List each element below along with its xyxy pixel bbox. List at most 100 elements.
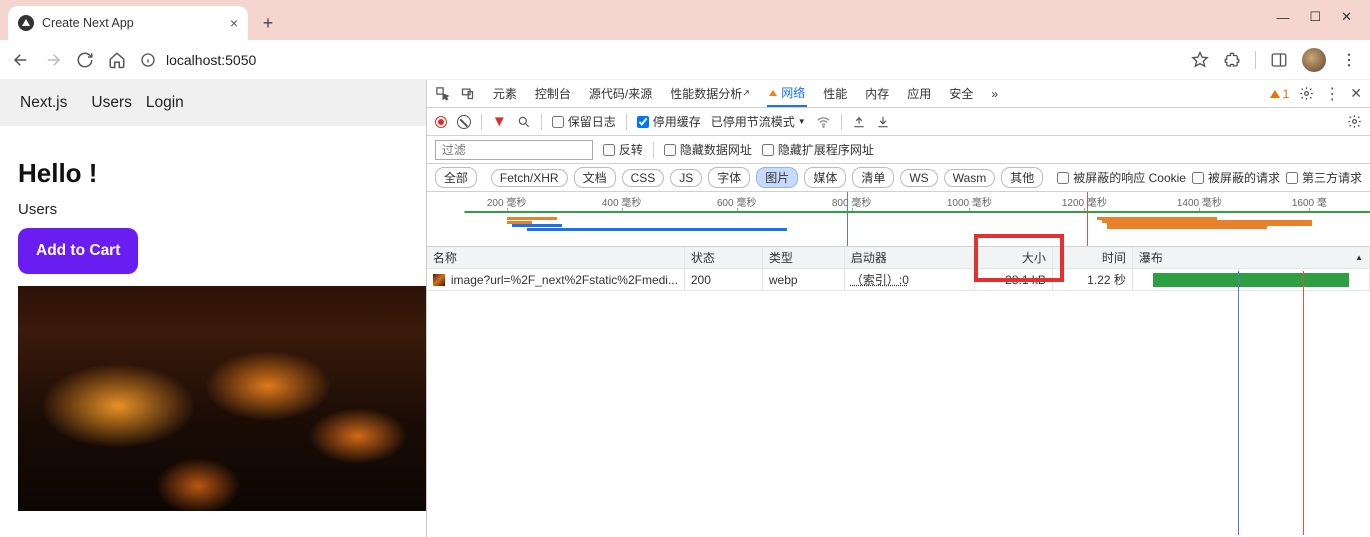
blocked-requests-checkbox[interactable]: 被屏蔽的请求 — [1192, 169, 1280, 186]
page-heading: Hello ! — [18, 158, 408, 189]
pill-ws[interactable]: WS — [900, 169, 937, 187]
users-label: Users — [18, 201, 408, 218]
bookmark-star-icon[interactable] — [1191, 51, 1209, 69]
disable-cache-checkbox[interactable]: 停用缓存 — [637, 113, 701, 130]
tab-performance-insights[interactable]: 性能数据分析 — [668, 80, 753, 107]
reload-button[interactable] — [76, 51, 94, 69]
pill-doc[interactable]: 文档 — [574, 167, 616, 188]
timeline-tick: 600 毫秒 — [717, 194, 756, 209]
tab-close-icon[interactable]: × — [230, 15, 238, 31]
invert-checkbox[interactable]: 反转 — [603, 141, 643, 158]
clear-button[interactable] — [457, 115, 471, 129]
search-icon[interactable] — [517, 115, 531, 129]
webpage-viewport: Next.js Users Login Hello ! Users Add to… — [0, 80, 426, 537]
menu-dots-icon[interactable] — [1340, 51, 1358, 69]
timeline-tick: 400 毫秒 — [602, 194, 641, 209]
site-info-icon[interactable] — [140, 52, 156, 68]
third-party-checkbox[interactable]: 第三方请求 — [1286, 169, 1362, 186]
hide-data-urls-checkbox[interactable]: 隐藏数据网址 — [664, 141, 752, 158]
tab-favicon-icon — [18, 15, 34, 31]
maximize-icon[interactable]: ☐ — [1309, 9, 1321, 25]
nav-login[interactable]: Login — [146, 94, 184, 112]
devtools-tabbar: 元素 控制台 源代码/来源 性能数据分析 网络 性能 内存 应用 安全 » 1 … — [427, 80, 1370, 108]
hide-extension-urls-checkbox[interactable]: 隐藏扩展程序网址 — [762, 141, 874, 158]
tab-memory[interactable]: 内存 — [863, 80, 891, 107]
extensions-icon[interactable] — [1223, 51, 1241, 69]
browser-tab[interactable]: Create Next App × — [8, 6, 248, 40]
network-request-table: 名称 状态 类型 启动器 大小 时间 瀑布▲ image?url=%2F_nex… — [427, 247, 1370, 537]
pill-media[interactable]: 媒体 — [804, 167, 846, 188]
pill-manifest[interactable]: 清单 — [852, 167, 894, 188]
add-to-cart-button[interactable]: Add to Cart — [18, 228, 138, 274]
browser-toolbar: localhost:5050 — [0, 40, 1370, 80]
timeline-tick: 200 毫秒 — [487, 194, 526, 209]
filter-toggle-icon[interactable]: ▼ — [492, 113, 507, 130]
record-button[interactable] — [435, 116, 447, 128]
tab-performance[interactable]: 性能 — [821, 80, 849, 107]
pill-js[interactable]: JS — [670, 169, 702, 187]
col-type[interactable]: 类型 — [763, 247, 845, 268]
pill-all[interactable]: 全部 — [435, 167, 477, 188]
pill-img[interactable]: 图片 — [756, 167, 798, 188]
pill-wasm[interactable]: Wasm — [944, 169, 996, 187]
col-status[interactable]: 状态 — [685, 247, 763, 268]
inspect-icon[interactable] — [435, 86, 450, 101]
network-toolbar: ▼ 保留日志 停用缓存 已停用节流模式 ▼ — [427, 108, 1370, 136]
table-header: 名称 状态 类型 启动器 大小 时间 瀑布▲ — [427, 247, 1370, 269]
close-window-icon[interactable]: ✕ — [1341, 9, 1352, 25]
tab-elements[interactable]: 元素 — [491, 80, 519, 107]
nav-users[interactable]: Users — [91, 94, 131, 112]
timeline-tick: 1200 毫秒 — [1062, 194, 1107, 209]
import-har-icon[interactable] — [852, 115, 866, 129]
new-tab-button[interactable]: + — [254, 9, 282, 37]
tab-console[interactable]: 控制台 — [533, 80, 573, 107]
network-settings-gear-icon[interactable] — [1347, 114, 1362, 129]
pill-other[interactable]: 其他 — [1001, 167, 1043, 188]
home-button[interactable] — [108, 51, 126, 69]
hero-image — [18, 286, 426, 511]
devtools-panel: 元素 控制台 源代码/来源 性能数据分析 网络 性能 内存 应用 安全 » 1 … — [426, 80, 1370, 537]
back-button[interactable] — [12, 51, 30, 69]
devtools-close-icon[interactable]: ✕ — [1350, 85, 1362, 102]
timeline-tick: 1000 毫秒 — [947, 194, 992, 209]
filter-input[interactable] — [435, 140, 593, 160]
tab-sources[interactable]: 源代码/来源 — [587, 80, 654, 107]
settings-gear-icon[interactable] — [1299, 86, 1314, 101]
col-name[interactable]: 名称 — [427, 247, 685, 268]
forward-button[interactable] — [44, 51, 62, 69]
site-nav: Next.js Users Login — [0, 80, 426, 126]
devtools-menu-icon[interactable]: ⋮ — [1324, 84, 1340, 104]
col-size[interactable]: 大小 — [975, 247, 1053, 268]
pill-font[interactable]: 字体 — [708, 167, 750, 188]
preserve-log-checkbox[interactable]: 保留日志 — [552, 113, 616, 130]
col-time[interactable]: 时间 — [1053, 247, 1133, 268]
tab-network[interactable]: 网络 — [767, 80, 807, 107]
col-initiator[interactable]: 启动器 — [845, 247, 975, 268]
minimize-icon[interactable]: — — [1276, 10, 1289, 25]
col-waterfall[interactable]: 瀑布▲ — [1133, 247, 1370, 268]
address-bar[interactable]: localhost:5050 — [140, 52, 1177, 68]
issues-badge[interactable]: 1 — [1270, 87, 1290, 101]
timeline-tick: 1600 毫 — [1292, 194, 1327, 209]
timeline-overview[interactable]: 200 毫秒 400 毫秒 600 毫秒 800 毫秒 1000 毫秒 1200… — [427, 192, 1370, 247]
tab-security[interactable]: 安全 — [947, 80, 975, 107]
pill-fetch[interactable]: Fetch/XHR — [491, 169, 568, 187]
tab-title: Create Next App — [42, 16, 134, 30]
url-text: localhost:5050 — [166, 52, 256, 68]
pill-css[interactable]: CSS — [622, 169, 665, 187]
timeline-tick: 1400 毫秒 — [1177, 194, 1222, 209]
window-controls: — ☐ ✕ — [1276, 0, 1370, 40]
network-conditions-icon[interactable] — [816, 114, 831, 129]
device-toggle-icon[interactable] — [460, 86, 475, 101]
timeline-tick: 800 毫秒 — [832, 194, 871, 209]
nav-brand[interactable]: Next.js — [20, 94, 67, 112]
export-har-icon[interactable] — [876, 115, 890, 129]
resource-type-filter: 全部 Fetch/XHR 文档 CSS JS 字体 图片 媒体 清单 WS Wa… — [427, 164, 1370, 192]
profile-avatar-icon[interactable] — [1302, 48, 1326, 72]
blocked-cookies-checkbox[interactable]: 被屏蔽的响应 Cookie — [1057, 169, 1186, 186]
sort-indicator-icon: ▲ — [1355, 253, 1363, 262]
throttling-dropdown[interactable]: 已停用节流模式 ▼ — [711, 113, 806, 130]
sidepanel-icon[interactable] — [1270, 51, 1288, 69]
tab-application[interactable]: 应用 — [905, 80, 933, 107]
tab-more[interactable]: » — [989, 80, 1000, 107]
